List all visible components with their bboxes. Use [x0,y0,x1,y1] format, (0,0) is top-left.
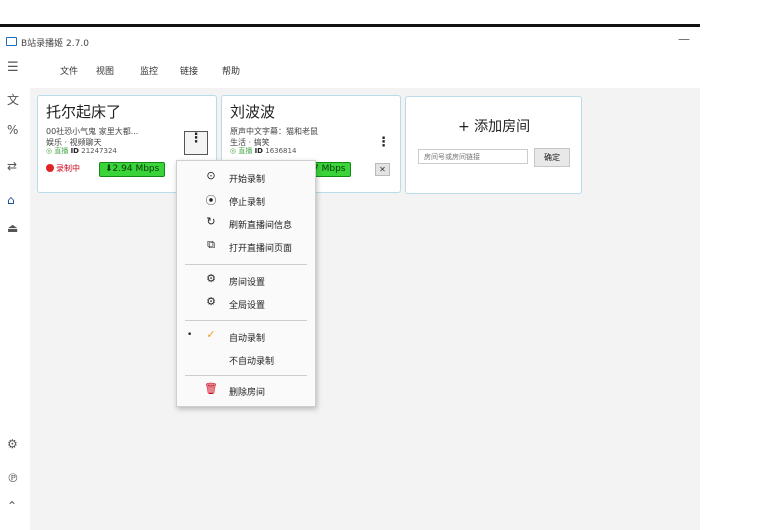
percent-icon[interactable]: % [7,124,18,136]
menu-item-delete-room[interactable]: 🗑 删除房间 [177,380,315,400]
parking-icon[interactable]: ℗ [7,472,19,484]
inbox-icon[interactable]: ⏏ [7,222,18,234]
record-dot-icon [46,164,54,172]
external-link-icon: ⧉ [207,238,215,251]
live-indicator: ◎ 直播 [230,147,253,155]
menu-file[interactable]: 文件 [60,64,78,77]
menu-item-global-settings[interactable]: ⚙ 全局设置 [177,293,315,313]
room-id: 21247324 [81,147,117,155]
room-title: 原声中文字幕：猫和老鼠 [230,127,318,136]
more-options-icon[interactable]: ⋮ [184,131,208,155]
download-speed-badge: ⬇2.94 Mbps [99,162,166,177]
add-room-title: + 添加房间 [458,119,531,135]
room-id: 1636814 [265,147,297,155]
menu-item-open-room-page[interactable]: ⧉ 打开直播间页面 [177,236,315,256]
menu-item-stop-recording[interactable]: ⦿ 停止录制 [177,190,315,210]
check-icon: ✓ [206,328,216,341]
room-id-label: ID [254,147,263,155]
sidebar: 文 % ⇄ ⌂ ⏏ ⚙ ℗ ⌃ [0,88,28,530]
menu-item-start-recording[interactable]: ⊙ 开始录制 [177,167,315,187]
menu-item-label: 刷新直播间信息 [229,221,293,231]
menu-item-label: 房间设置 [229,278,266,288]
room-id-input[interactable] [418,149,528,164]
menu-bar: ☰ 文件 视图 监控 链接 帮助 [0,58,700,82]
trash-icon: 🗑 [204,382,218,395]
menu-monitor[interactable]: 监控 [140,64,158,77]
menu-view[interactable]: 视图 [96,64,114,77]
translate-icon[interactable]: 文 [7,94,19,106]
window-title: B站录播姬 2.7.0 [21,39,89,49]
menu-separator [185,320,307,321]
menu-item-room-settings[interactable]: ⚙ 房间设置 [177,270,315,290]
menu-item-label: 停止录制 [229,198,266,208]
stop-circle-icon: ⦿ [205,194,217,207]
top-edge-bar [0,24,700,27]
room-name: 托尔起床了 [46,103,122,121]
live-indicator: ◎ 直播 [46,147,69,155]
title-bar: B站录播姬 2.7.0 — [0,32,700,52]
more-options-icon[interactable]: ⋮ [377,136,390,149]
room-id-label: ID [70,147,79,155]
menu-help[interactable]: 帮助 [222,64,240,77]
hamburger-menu-icon[interactable]: ☰ [7,61,19,74]
room-title: 00社恐小气鬼 家里大都... [46,127,139,136]
menu-item-auto-record[interactable]: • ✓ 自动录制 [177,326,315,346]
play-circle-icon: ⊙ [206,169,216,182]
menu-item-label: 全局设置 [229,301,266,311]
app-icon [6,37,17,46]
menu-separator [185,264,307,265]
recording-status: 录制中 [46,163,80,174]
menu-item-label: 打开直播间页面 [229,244,293,254]
add-room-card: + 添加房间 确定 [405,96,582,194]
gear-icon[interactable]: ⚙ [7,438,18,450]
menu-item-refresh-info[interactable]: ↻ 刷新直播间信息 [177,213,315,233]
menu-item-label: 不自动录制 [229,357,275,367]
menu-separator [185,375,307,376]
room-id-row: ◎ 直播 ID 21247324 [46,146,117,156]
menu-links[interactable]: 链接 [180,64,198,77]
refresh-icon: ↻ [206,215,216,228]
gear-icon: ⚙ [206,272,216,285]
more-icon[interactable]: ⌃ [7,500,17,512]
recording-label: 录制中 [56,164,80,173]
room-name: 刘波波 [230,103,276,121]
menu-item-label: 删除房间 [229,388,266,398]
home-icon[interactable]: ⌂ [7,194,15,206]
menu-item-label: 开始录制 [229,175,266,185]
selected-bullet-icon: • [187,330,193,340]
room-id-row: ◎ 直播 ID 1636814 [230,146,296,156]
confirm-button[interactable]: 确定 [534,148,570,167]
menu-item-no-auto-record[interactable]: 不自动录制 [177,349,315,369]
gear-icon: ⚙ [206,295,216,308]
room-switch-icon[interactable]: ⇄ [7,160,17,172]
menu-item-label: 自动录制 [229,334,266,344]
minimize-button[interactable]: — [678,32,690,46]
main-area: 托尔起床了 00社恐小气鬼 家里大都... 娱乐 · 视频聊天 ◎ 直播 ID … [30,88,700,530]
close-icon[interactable]: ✕ [375,163,390,176]
room-context-menu: ⊙ 开始录制 ⦿ 停止录制 ↻ 刷新直播间信息 ⧉ 打开直播间页面 ⚙ 房间设置… [176,160,316,407]
